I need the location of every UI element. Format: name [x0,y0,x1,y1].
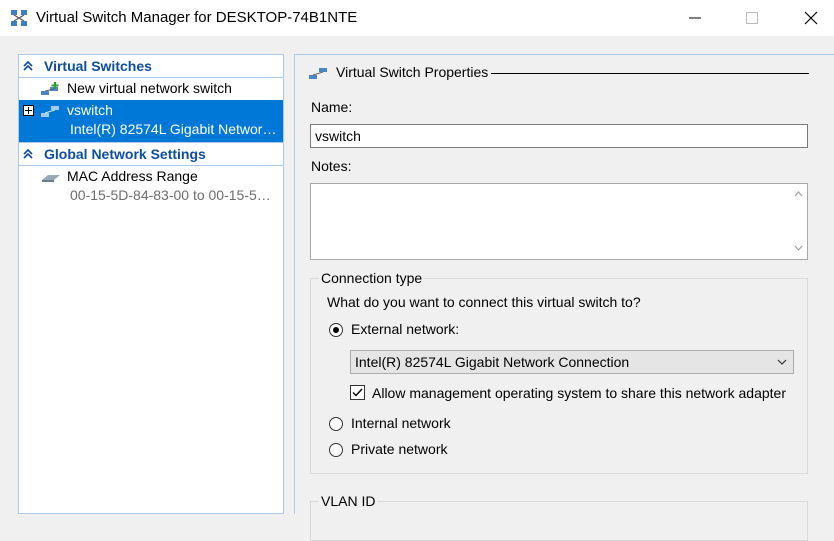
connection-question: What do you want to connect this virtual… [327,294,641,310]
mac-address-icon [42,175,60,182]
maximize-button[interactable] [729,0,775,36]
navigation-tree: Virtual Switches New virtual network swi… [18,54,284,514]
window-title: Virtual Switch Manager for DESKTOP-74B1N… [36,9,358,26]
close-icon [804,11,818,25]
header-divider [491,73,809,74]
vlan-id-title: VLAN ID [319,493,378,509]
expand-icon[interactable] [23,105,34,116]
allow-management-checkbox[interactable] [350,385,365,400]
name-label: Name: [311,99,353,115]
checkmark-icon [352,388,363,397]
section-global-network-settings[interactable]: Global Network Settings [19,142,283,166]
vlan-id-group [310,501,808,541]
tree-item-new-switch[interactable]: New virtual network switch [19,78,283,100]
notes-scrollbar[interactable] [790,184,807,259]
network-switch-icon [41,106,59,117]
section-label: Global Network Settings [44,146,206,162]
close-button[interactable] [788,0,834,36]
internal-network-label[interactable]: Internal network [351,415,451,431]
maximize-icon [746,12,758,24]
private-network-label[interactable]: Private network [351,441,447,457]
properties-header: Virtual Switch Properties [309,64,809,84]
minimize-button[interactable] [672,0,718,36]
virtual-switch-manager-icon [11,10,27,26]
internal-network-radio[interactable] [329,417,343,431]
properties-title: Virtual Switch Properties [336,64,489,80]
tree-item-vswitch[interactable]: vswitch Intel(R) 82574L Gigabit Network … [19,100,283,142]
title-bar: Virtual Switch Manager for DESKTOP-74B1N… [0,0,834,36]
tree-item-mac-address-range[interactable]: MAC Address Range 00-15-5D-84-83-00 to 0… [19,166,283,208]
section-virtual-switches[interactable]: Virtual Switches [19,55,283,78]
tree-item-sublabel: 00-15-5D-84-83-00 to 00-15-5D-84-83-FF [70,187,280,203]
switch-properties-panel: Virtual Switch Properties Name: Notes: C… [294,54,834,541]
tree-item-label: vswitch [67,102,113,118]
minimize-icon [689,17,701,19]
new-switch-icon [41,82,59,95]
tree-item-sublabel: Intel(R) 82574L Gigabit Network Connecti… [70,121,280,137]
section-label: Virtual Switches [44,58,152,74]
network-adapter-select[interactable]: Intel(R) 82574L Gigabit Network Connecti… [350,350,794,374]
external-network-label[interactable]: External network: [351,321,459,337]
name-input[interactable] [310,124,808,148]
external-network-radio[interactable] [329,323,343,337]
notes-input[interactable] [310,183,808,260]
allow-management-label[interactable]: Allow management operating system to sha… [372,385,786,401]
private-network-radio[interactable] [329,443,343,457]
tree-item-label: MAC Address Range [67,168,198,184]
connection-type-title: Connection type [319,270,425,286]
collapse-chevron-icon [23,61,33,71]
notes-label: Notes: [311,158,352,174]
collapse-chevron-icon [23,149,33,159]
network-switch-icon [309,68,327,79]
tree-item-label: New virtual network switch [67,80,232,96]
network-adapter-value: Intel(R) 82574L Gigabit Network Connecti… [355,354,630,370]
chevron-down-icon [777,359,787,365]
